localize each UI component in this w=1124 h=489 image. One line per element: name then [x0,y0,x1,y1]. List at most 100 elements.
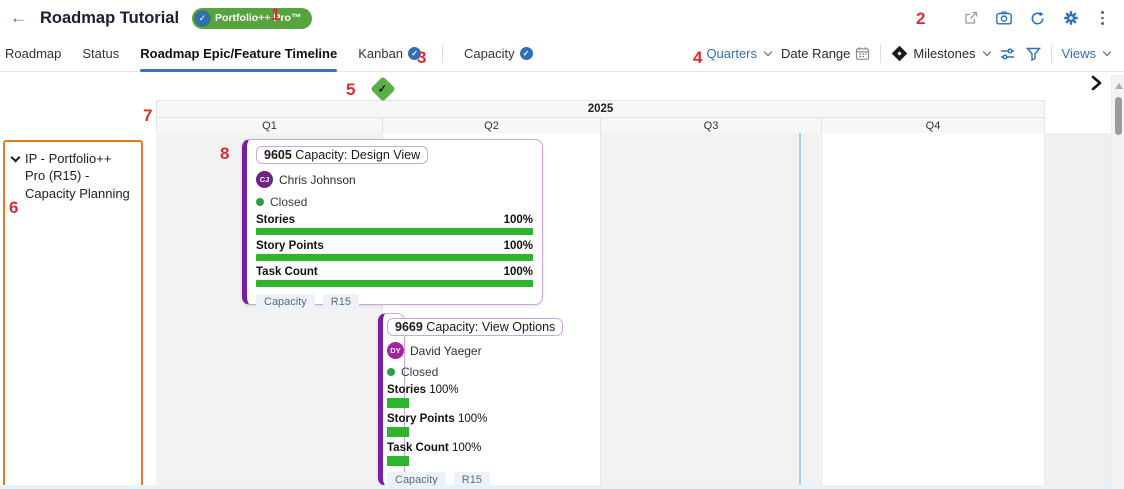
quarter-header-q3: Q3 [600,117,822,134]
tab-capacity[interactable]: Capacity ✓ [464,36,533,72]
work-item-chip[interactable]: 9669 Capacity: View Options [387,318,563,336]
refresh-icon[interactable] [1030,11,1045,26]
tag-capacity: Capacity [256,294,315,310]
epic-title: IP - Portfolio++ Pro (R15) - Capacity Pl… [25,150,135,202]
filter-button[interactable] [1026,47,1041,61]
status-label: Closed [270,195,307,209]
collapse-chevron-icon[interactable] [11,153,21,163]
tag-r15: R15 [323,294,359,310]
epic-sidebar-panel: IP - Portfolio++ Pro (R15) - Capacity Pl… [3,140,143,489]
calendar-icon [855,46,870,61]
controls-separator [1051,45,1052,63]
timeline-card-9669[interactable]: 9669 Capacity: View Options DY David Yae… [378,313,405,486]
quarter-header-q2: Q2 [382,117,601,134]
horizontal-scrollbar[interactable] [0,485,1111,489]
metric-stories: Stories100% [256,214,533,235]
annotation-1: 1 [271,5,280,25]
metric-stories: Stories 100% [387,384,557,408]
camera-icon[interactable] [996,11,1012,25]
scroll-up-icon[interactable] [1115,83,1123,89]
vertical-scrollbar[interactable] [1111,75,1124,489]
settings-gear-icon[interactable] [1063,10,1079,26]
assignee-name: Chris Johnson [279,173,356,187]
quarters-dropdown[interactable]: Quarters [706,46,771,61]
quarter-header-q1: Q1 [156,117,383,134]
progress-bar [387,427,409,437]
metric-label: Task Count [256,266,318,278]
capacity-pro-badge-icon: ✓ [520,47,533,60]
timeline-year-header: 2025 [156,100,1045,118]
date-range-button[interactable]: Date Range [781,46,870,61]
metric-task-count: Task Count 100% [387,442,557,466]
status-dot-icon [256,198,264,206]
status-row: Closed [387,365,557,379]
assignee-name: David Yaeger [410,344,482,358]
tab-timeline-label: Roadmap Epic/Feature Timeline [140,46,337,61]
avatar: CJ [256,171,273,188]
metric-value: 100% [504,214,533,226]
tab-epic-feature-timeline[interactable]: Roadmap Epic/Feature Timeline [140,36,337,72]
tab-roadmap-label: Roadmap [5,46,61,61]
tag-row: Capacity R15 [256,294,533,310]
avatar: DY [387,342,404,359]
chevron-down-icon [764,48,772,56]
tab-group: Roadmap Status Roadmap Epic/Feature Time… [5,36,554,72]
verified-badge-icon: ✓ [195,11,210,26]
tab-separator [442,45,443,63]
work-item-chip[interactable]: 9605 Capacity: Design View [256,146,428,164]
pro-badge: ✓ Portfolio++ Pro™ [192,8,312,29]
milestone-band [0,72,1124,100]
work-item-id: 9669 [395,320,423,334]
tab-bar: Roadmap Status Roadmap Epic/Feature Time… [0,36,1124,72]
header-toolbar [963,0,1108,36]
milestones-label: Milestones [913,46,975,61]
metric-value: 100% [504,240,533,252]
status-dot-icon [387,368,395,376]
status-row: Closed [256,195,533,209]
expand-right-icon[interactable] [1089,75,1103,91]
back-arrow-icon[interactable]: ← [10,8,27,28]
work-item-id: 9605 [264,148,292,162]
tab-roadmap[interactable]: Roadmap [5,36,61,72]
annotation-5: 5 [346,80,355,100]
timeline-card-9605[interactable]: 9605 Capacity: Design View CJ Chris John… [242,139,543,305]
milestones-dropdown[interactable]: Milestones [891,46,989,61]
chevron-down-icon [1103,48,1111,56]
controls-separator [880,45,881,63]
app-window: ← Roadmap Tutorial ✓ Portfolio++ Pro™ Ro… [0,0,1124,489]
assignee-row: CJ Chris Johnson [256,171,533,188]
quarter-header-q4: Q4 [821,117,1045,134]
tab-status-label: Status [82,46,119,61]
sidebar-item-epic[interactable]: IP - Portfolio++ Pro (R15) - Capacity Pl… [12,150,135,202]
share-icon[interactable] [963,11,978,26]
annotation-3: 3 [417,48,426,68]
top-header: ← Roadmap Tutorial ✓ Portfolio++ Pro™ [0,0,1124,36]
metric-story-points: Story Points 100% [387,413,557,437]
tab-capacity-label: Capacity [464,46,515,61]
metric-task-count: Task Count 100% [256,266,533,287]
card-overflow-content: 9669 Capacity: View Options DY David Yae… [387,318,557,488]
year-label: 2025 [588,103,614,115]
timeline-column-q4 [822,133,1045,485]
tab-kanban[interactable]: Kanban✓ [358,36,421,72]
annotation-2: 2 [916,9,925,29]
annotation-6: 6 [9,198,18,218]
timeline-column-q3 [601,133,822,485]
views-dropdown[interactable]: Views [1062,46,1110,61]
metric-label: Story Points [256,240,324,252]
annotation-4: 4 [693,48,702,68]
milestone-diamond-icon [892,46,908,62]
sliders-icon [1000,47,1016,61]
progress-bar [387,398,409,408]
page-title: Roadmap Tutorial [40,9,179,28]
metric-value: 100% [504,266,533,278]
view-controls: Quarters Date Range Milestones Views [706,45,1110,63]
scrollbar-thumb[interactable] [1115,97,1122,135]
annotation-8: 8 [220,144,229,164]
filter-funnel-icon [1026,47,1041,61]
more-options-icon[interactable] [1097,11,1108,24]
views-label: Views [1062,46,1096,61]
tab-status[interactable]: Status [82,36,119,72]
display-settings-button[interactable] [1000,47,1016,61]
today-marker-line [799,133,801,485]
